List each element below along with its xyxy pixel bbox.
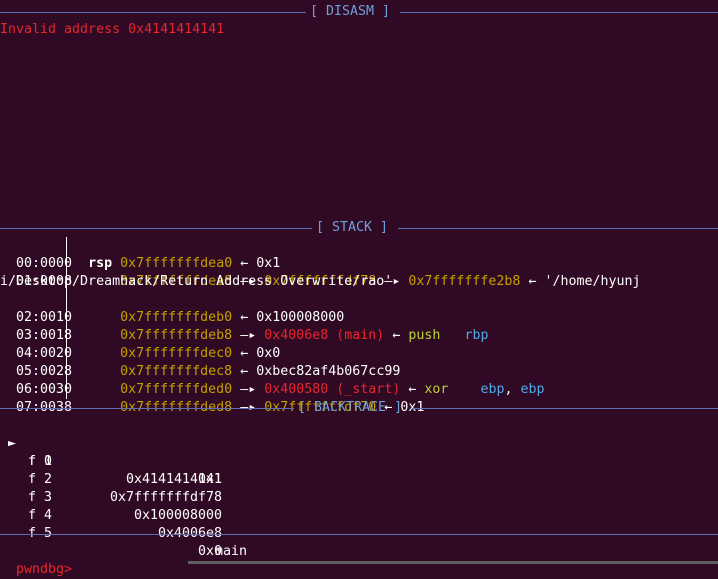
stack-value: 0x7fffffffe2b8	[408, 274, 521, 289]
backtrace-frame: f 2 0x7fffffffdf78	[0, 453, 222, 505]
operand-separator: ,	[504, 382, 513, 397]
frame-label: f 4	[28, 508, 53, 523]
stack-value: 0x4006e8 (main)	[264, 328, 385, 343]
prompt-label: pwndbg>	[16, 562, 73, 577]
frame-label: f 3	[28, 490, 53, 505]
instruction: xor	[424, 382, 449, 397]
arrow-icon: ←	[528, 274, 537, 289]
stack-row-wrap: i/Desktop/Dreamhack/Return Address Overw…	[0, 274, 393, 289]
stack-row: 00:0000 rsp 0x7fffffffdea0 ← 0x1	[0, 237, 280, 271]
operand: rbp	[464, 328, 489, 343]
arrow-icon: ←	[392, 328, 401, 343]
stack-row: 01:0008 0x7fffffffdea8 —▸ 0x7fffffffdf78…	[0, 255, 641, 289]
backtrace-frame: f 5 0x0	[0, 507, 222, 559]
stack-separator: [ STACK ]	[0, 219, 718, 237]
frame-address: 0x7fffffffdf78	[109, 490, 223, 505]
backtrace-title: [ BACKTRACE ]	[298, 400, 403, 415]
frame-label: f 2	[28, 472, 53, 487]
backtrace-frame: f 1 0x1	[0, 435, 222, 487]
stack-title: [ STACK ]	[316, 220, 389, 235]
instruction: push	[408, 328, 441, 343]
operand: ebp	[520, 382, 545, 397]
stack-row: 03:0018 0x7fffffffdeb8 —▸ 0x4006e8 (main…	[0, 309, 488, 343]
stack-row: 04:0020 0x7fffffffdec0 ← 0x0	[0, 327, 280, 361]
command-line[interactable]: pwndbg>	[0, 543, 718, 577]
stack-row: 05:0028 0x7fffffffdec8 ← 0xbec82af4b067c…	[0, 345, 400, 379]
stack-row: 06:0030 0x7fffffffded0 —▸ 0x400580 (_sta…	[0, 363, 545, 397]
stack-row: 02:0010 0x7fffffffdeb0 ← 0x100008000	[0, 291, 344, 325]
bottom-separator	[0, 525, 718, 543]
backtrace-frame: f 4 0x4006e8 main	[0, 489, 247, 559]
stack-row: 07:0038 0x7fffffffded8 —▸ 0x7fffffffdf70…	[0, 381, 424, 415]
backtrace-separator: [ BACKTRACE ]	[0, 399, 718, 417]
string-value: '/home/hyunj	[544, 274, 641, 289]
disasm-title: [ DISASM ]	[310, 4, 391, 19]
frame-address: 0x100008000	[133, 508, 223, 523]
stack-divider	[66, 255, 67, 399]
operand: ebp	[480, 382, 505, 397]
frame-address: 0x1	[197, 472, 223, 487]
backtrace-frame: f 3 0x100008000	[0, 471, 222, 523]
backtrace-frame: ► f 0 0x4141414141	[0, 417, 222, 487]
disasm-error: Invalid address 0x4141414141	[0, 22, 225, 37]
disasm-separator: [ DISASM ]	[0, 3, 718, 21]
frame-label: f 1	[28, 454, 53, 469]
